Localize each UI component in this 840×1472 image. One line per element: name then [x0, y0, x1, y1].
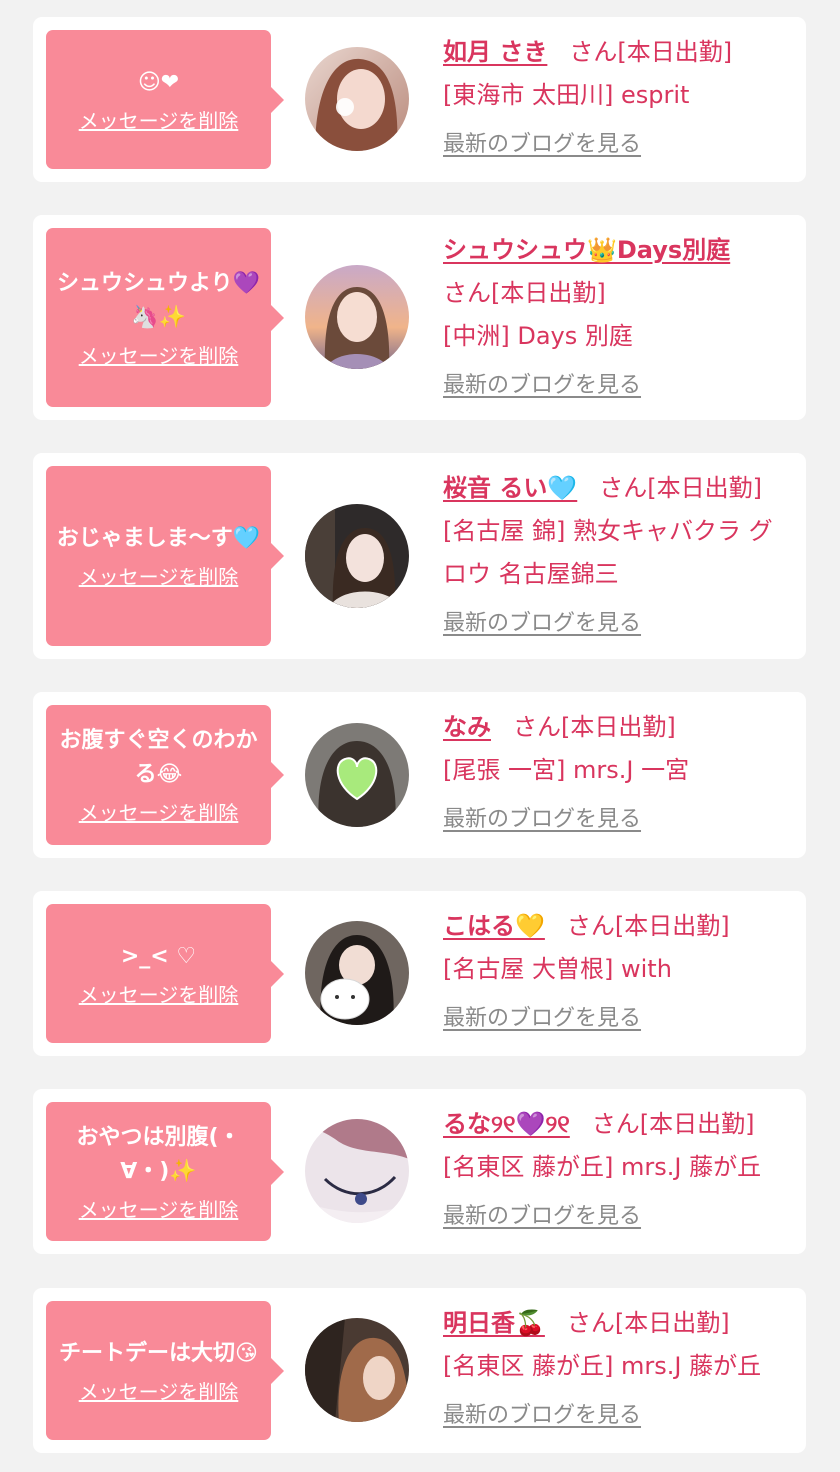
girl-info: るな୨୧💜୨୧ さん[本日出勤] [名東区 藤が丘] mrs.J 藤が丘 最新のブ… [443, 1103, 796, 1238]
avatar[interactable] [305, 504, 409, 608]
message-text: ☺❤ [137, 69, 180, 95]
latest-blog-link[interactable]: 最新のブログを見る [443, 123, 641, 166]
message-card: お腹すぐ空くのわかる😂 メッセージを削除 なみ さん[本日出勤] [尾張 一宮] … [33, 692, 806, 858]
message-bubble: おじゃましま〜す🩵 メッセージを削除 [46, 466, 284, 646]
delete-message-link[interactable]: メッセージを削除 [79, 1379, 239, 1405]
avatar[interactable] [305, 265, 409, 369]
avatar[interactable] [305, 1318, 409, 1422]
shop-info: [名東区 藤が丘] mrs.J 藤が丘 [443, 1352, 762, 1380]
message-text: チートデーは大切😘 [59, 1340, 258, 1366]
delete-message-link[interactable]: メッセージを削除 [79, 1197, 239, 1223]
delete-message-link[interactable]: メッセージを削除 [79, 800, 239, 826]
shop-info: [名東区 藤が丘] mrs.J 藤が丘 [443, 1153, 762, 1181]
delete-message-link[interactable]: メッセージを削除 [79, 982, 239, 1008]
girl-name-link[interactable]: シュウシュウ👑Days別庭 [443, 236, 730, 264]
girl-info: なみ さん[本日出勤] [尾張 一宮] mrs.J 一宮 最新のブログを見る [443, 706, 796, 841]
message-card: >_< ♡ メッセージを削除 こはる💛 さん[本日出勤] [名古屋 大曽根] wi… [33, 891, 806, 1056]
message-card: シュウシュウより💜🦄✨ メッセージを削除 シュウシュウ👑Days別庭 さん[本日… [33, 215, 806, 420]
girl-name-link[interactable]: 如月 さき [443, 38, 547, 66]
girl-name-link[interactable]: 明日香🍒 [443, 1309, 545, 1337]
latest-blog-link[interactable]: 最新のブログを見る [443, 1195, 641, 1238]
delete-message-link[interactable]: メッセージを削除 [79, 564, 239, 590]
attendance-status: さん[本日出勤] [599, 474, 762, 502]
message-text: おじゃましま〜す🩵 [56, 526, 261, 551]
message-card: チートデーは大切😘 メッセージを削除 明日香🍒 さん[本日出勤] [名東区 藤が丘… [33, 1288, 806, 1453]
latest-blog-link[interactable]: 最新のブログを見る [443, 602, 641, 645]
girl-name-link[interactable]: るな୨୧💜୨୧ [443, 1110, 570, 1138]
girl-name-link[interactable]: こはる💛 [443, 912, 545, 940]
girl-info: 桜音 るい🩵 さん[本日出勤] [名古屋 錦] 熟女キャバクラ グロウ 名古屋錦三… [443, 467, 796, 645]
girl-info: シュウシュウ👑Days別庭 さん[本日出勤] [中洲] Days 別庭 最新のブ… [443, 229, 796, 407]
message-bubble: チートデーは大切😘 メッセージを削除 [46, 1301, 284, 1440]
girl-name-link[interactable]: 桜音 るい🩵 [443, 474, 577, 502]
message-feed: ☺❤ メッセージを削除 如月 さき さん[本日出勤] [東海市 太田川] espr… [0, 0, 840, 1472]
avatar[interactable] [305, 921, 409, 1025]
message-text: おやつは別腹(・∀・)✨ [76, 1124, 241, 1184]
delete-message-link[interactable]: メッセージを削除 [79, 343, 239, 369]
message-text: >_< ♡ [120, 943, 197, 969]
shop-info: [名古屋 大曽根] with [443, 955, 672, 983]
attendance-status: さん[本日出勤] [569, 38, 733, 66]
message-card: ☺❤ メッセージを削除 如月 さき さん[本日出勤] [東海市 太田川] espr… [33, 17, 806, 182]
girl-info: 如月 さき さん[本日出勤] [東海市 太田川] esprit 最新のブログを見る [443, 31, 796, 166]
shop-info: [名古屋 錦] 熟女キャバクラ グロウ 名古屋錦三 [443, 517, 773, 588]
latest-blog-link[interactable]: 最新のブログを見る [443, 997, 641, 1040]
avatar[interactable] [305, 1119, 409, 1223]
message-bubble: お腹すぐ空くのわかる😂 メッセージを削除 [46, 705, 284, 845]
message-bubble: シュウシュウより💜🦄✨ メッセージを削除 [46, 228, 284, 407]
message-card: おやつは別腹(・∀・)✨ メッセージを削除 るな୨୧💜୨୧ さん[本日出勤] [名… [33, 1089, 806, 1254]
avatar[interactable] [305, 47, 409, 151]
latest-blog-link[interactable]: 最新のブログを見る [443, 798, 641, 841]
girl-info: 明日香🍒 さん[本日出勤] [名東区 藤が丘] mrs.J 藤が丘 最新のブログを… [443, 1302, 796, 1437]
avatar[interactable] [305, 723, 409, 827]
girl-name-link[interactable]: なみ [443, 713, 491, 741]
message-card: おじゃましま〜す🩵 メッセージを削除 桜音 るい🩵 さん[本日出勤] [名古屋 錦… [33, 453, 806, 659]
message-text: お腹すぐ空くのわかる😂 [59, 728, 258, 787]
attendance-status: さん[本日出勤] [443, 279, 606, 307]
message-bubble: おやつは別腹(・∀・)✨ メッセージを削除 [46, 1102, 284, 1241]
message-text: シュウシュウより💜🦄✨ [57, 270, 260, 330]
attendance-status: さん[本日出勤] [513, 713, 676, 741]
girl-info: こはる💛 さん[本日出勤] [名古屋 大曽根] with 最新のブログを見る [443, 905, 796, 1040]
attendance-status: さん[本日出勤] [591, 1110, 755, 1138]
latest-blog-link[interactable]: 最新のブログを見る [443, 364, 641, 407]
message-bubble: ☺❤ メッセージを削除 [46, 30, 284, 169]
shop-info: [中洲] Days 別庭 [443, 322, 633, 350]
shop-info: [尾張 一宮] mrs.J 一宮 [443, 756, 690, 784]
latest-blog-link[interactable]: 最新のブログを見る [443, 1394, 641, 1437]
attendance-status: さん[本日出勤] [566, 1309, 730, 1337]
message-bubble: >_< ♡ メッセージを削除 [46, 904, 284, 1043]
delete-message-link[interactable]: メッセージを削除 [79, 108, 239, 134]
attendance-status: さん[本日出勤] [566, 912, 730, 940]
shop-info: [東海市 太田川] esprit [443, 81, 690, 109]
